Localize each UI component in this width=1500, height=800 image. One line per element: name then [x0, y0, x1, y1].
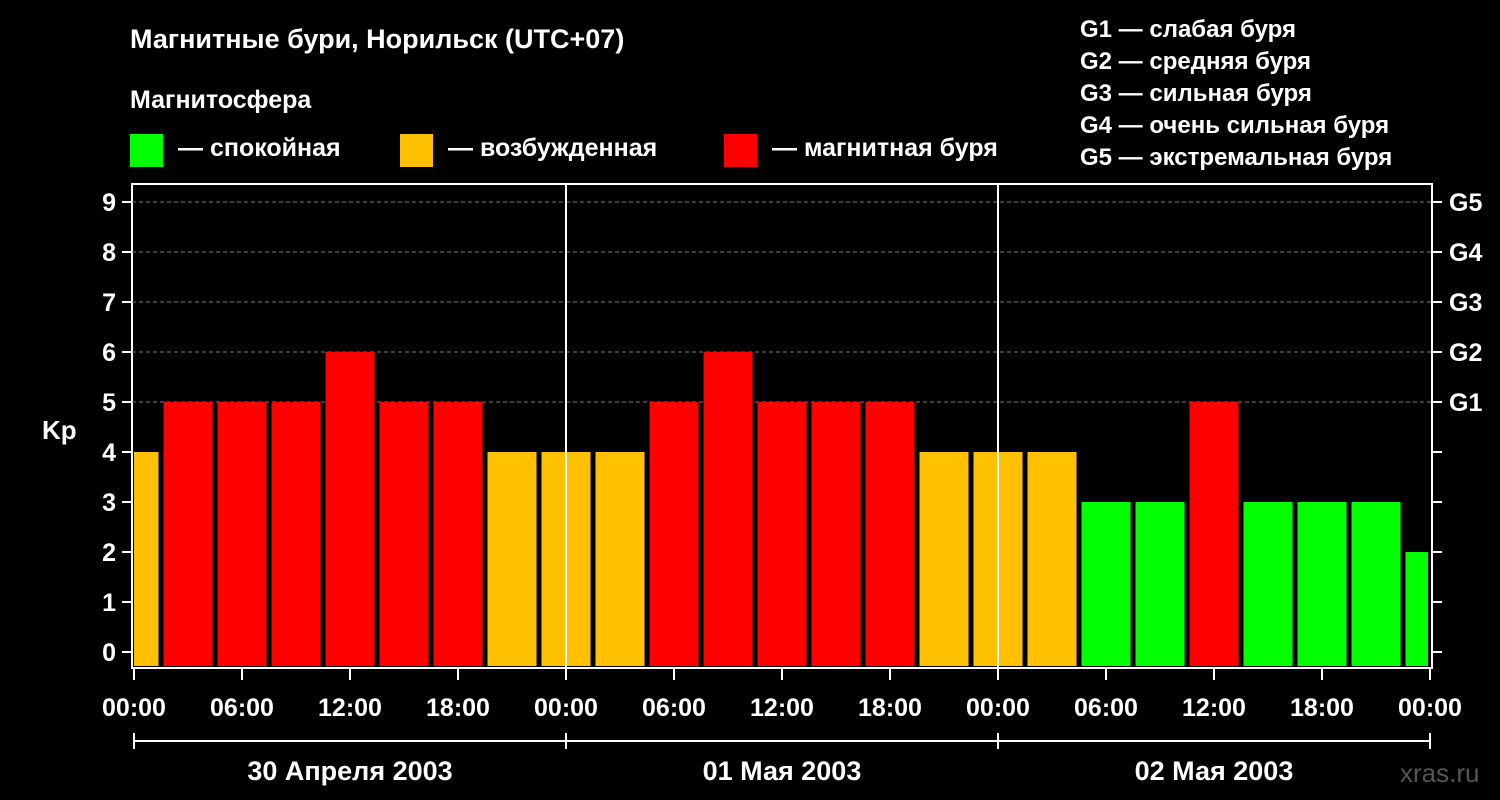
y-tick-label: 0	[102, 639, 116, 667]
y-tick-label: 2	[102, 539, 116, 567]
x-tick-label: 12:00	[750, 694, 814, 722]
kp-bar	[595, 452, 645, 666]
kp-bar	[703, 352, 753, 666]
g-level-label: G4	[1449, 239, 1482, 267]
y-tick-label: 4	[102, 439, 116, 467]
kp-bar	[1351, 502, 1401, 666]
kp-bar-chart: 0 1 2 3 4 5 6 7 8 9 Kp G1 G2 G3 G4 G5 00:00 06:00 12:00 18:…	[42, 183, 1482, 786]
g-level-label: G1	[1449, 389, 1482, 417]
kp-bar	[1297, 502, 1347, 666]
day-label: 01 Мая 2003	[703, 756, 862, 786]
kp-bar	[487, 452, 537, 666]
day-label: 30 Апреля 2003	[247, 756, 452, 786]
x-tick-label: 12:00	[318, 694, 382, 722]
kp-bar	[1027, 452, 1077, 666]
kp-bar	[217, 402, 267, 666]
x-tick-label: 00:00	[534, 694, 598, 722]
y-tick-label: 8	[102, 239, 116, 267]
x-tick-label: 18:00	[858, 694, 922, 722]
kp-bar	[1243, 502, 1293, 666]
kp-bar	[433, 402, 483, 666]
y-tick-label: 6	[102, 339, 116, 367]
x-tick-label: 12:00	[1182, 694, 1246, 722]
kp-bar	[379, 402, 429, 666]
watermark: xras.ru	[1400, 758, 1480, 788]
x-tick-label: 06:00	[210, 694, 274, 722]
kp-bar	[865, 402, 915, 666]
y-axis-label: Kp	[42, 415, 77, 445]
kp-bar	[1405, 552, 1428, 666]
kp-bar	[757, 402, 807, 666]
y-tick-label: 7	[102, 289, 116, 317]
kp-bar	[134, 452, 159, 666]
kp-bar	[1081, 502, 1131, 666]
kp-bar	[649, 402, 699, 666]
y-tick-label: 5	[102, 389, 116, 417]
y-tick-label: 1	[102, 589, 116, 617]
x-tick-label: 00:00	[102, 694, 166, 722]
kp-bar	[163, 402, 213, 666]
x-tick-label: 18:00	[1290, 694, 1354, 722]
day-label: 02 Мая 2003	[1135, 756, 1294, 786]
x-tick-label: 00:00	[1398, 694, 1462, 722]
g-level-label: G3	[1449, 289, 1482, 317]
kp-bar	[325, 352, 375, 666]
y-tick-label: 3	[102, 489, 116, 517]
kp-bar	[811, 402, 861, 666]
g-level-label: G5	[1449, 189, 1482, 217]
y-tick-label: 9	[102, 189, 116, 217]
kp-bar	[1135, 502, 1185, 666]
x-tick-label: 18:00	[426, 694, 490, 722]
kp-bar	[919, 452, 969, 666]
x-tick-label: 06:00	[1074, 694, 1138, 722]
kp-bar	[271, 402, 321, 666]
x-tick-label: 06:00	[642, 694, 706, 722]
x-tick-label: 00:00	[966, 694, 1030, 722]
g-level-label: G2	[1449, 339, 1482, 367]
kp-bar	[1189, 402, 1239, 666]
